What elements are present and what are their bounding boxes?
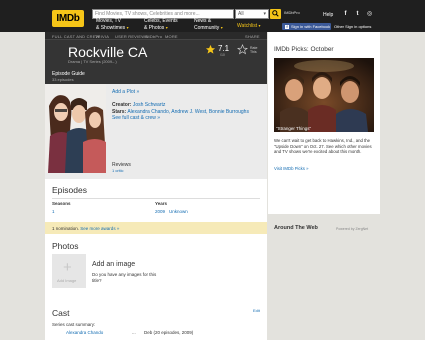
imdbpro-label: IMDbPro [284,10,300,15]
subnav-user-reviews[interactable]: USER REVIEWS [115,34,148,39]
nav-movies-tv[interactable]: Movies, TV & Showtimes ▾ [96,18,129,31]
nav-celebs-line2: & Photos [144,24,165,31]
caret-down-icon: ▾ [165,24,168,30]
visit-picks-link[interactable]: Visit IMDb Picks » [274,166,309,171]
imdb-picks-widget: IMDb Picks: October "Stranger Things" We… [268,32,380,214]
nav-movies-line2: & Showtimes [96,24,126,31]
rate-this-star-icon[interactable] [237,44,248,55]
full-cast-link-line: See full cast & crew » [112,115,160,121]
episode-count: 33 episodes [52,77,74,82]
plus-icon: + [63,259,72,276]
other-signin-link[interactable]: Other Sign in options [334,24,371,29]
rating-star-icon [205,44,216,54]
picks-description: We can't wait to get back to Hawkins, In… [274,138,372,154]
photos-heading: Photos [52,241,79,251]
awards-text: 1 nomination. See more awards » [52,226,119,231]
subnav-trivia[interactable]: TRIVIA [95,34,109,39]
title-subnav: FULL CAST AND CREW TRIVIA USER REVIEWS I… [45,32,267,40]
cast-ellipsis: ... [132,330,136,335]
rating-scale: /10 [220,53,225,57]
episodes-heading: Episodes [52,185,87,195]
nav-news-line2: Community [194,24,220,31]
caret-down-icon: ▾ [126,24,129,30]
season-1-link[interactable]: 1 [52,209,55,214]
nav-news[interactable]: News & Community ▾ [194,18,223,31]
subnav-imdbpro[interactable]: IMDbPro [145,34,162,39]
facebook-logo-icon: f [285,24,289,29]
creator-link[interactable]: Josh Schwartz [133,102,166,108]
picks-image[interactable] [274,58,374,132]
watchlist-label: Watchlist [237,23,258,29]
imdb-logo[interactable]: IMDb [52,10,84,27]
add-image-question: Do you have any images for this title? [92,272,157,283]
imdbpro-link[interactable]: IMDbPro [284,10,300,15]
instagram-icon[interactable]: ◎ [366,11,373,18]
critic-reviews-link[interactable]: 1 critic [112,168,124,173]
title-header: FULL CAST AND CREW TRIVIA USER REVIEWS I… [45,32,267,84]
facebook-icon[interactable]: f [342,11,349,18]
chevron-down-icon: ▾ [263,11,266,17]
search-category-label: All [238,11,244,17]
caret-down-icon: ▾ [220,24,223,30]
cast-role: Deb (20 episodes, 2009) [144,330,194,335]
full-cast-link[interactable]: See full cast & crew » [112,115,160,121]
subnav-more[interactable]: MORE [165,34,178,39]
year-unknown-link[interactable]: Unknown [169,209,188,214]
rate-this-label[interactable]: Rate This [250,46,257,54]
title-overview: Add a Plot » Creator: Josh Schwartz Star… [45,84,267,179]
search-icon [272,10,279,17]
creator-line: Creator: Josh Schwartz [112,102,165,108]
top-navbar: IMDb Find Movies, TV shows, Celebrities … [0,0,425,32]
awards-count: 1 nomination. [52,226,80,231]
poster-art [45,84,106,173]
awards-bar: 1 nomination. See more awards » [45,222,267,234]
subnav-share[interactable]: SHARE [245,34,260,39]
cast-heading: Cast [52,308,70,318]
cast-summary-label: Series cast summary: [52,322,96,327]
help-link[interactable]: Help [323,12,333,18]
caret-down-icon: ▾ [258,23,261,28]
rate-label-2: This [250,50,257,54]
picks-caption: "Stranger Things" [276,126,312,131]
add-image-title: Add an image [92,261,136,268]
twitter-icon[interactable]: t [354,11,361,18]
seasons-label: Seasons [52,201,71,206]
picks-heading: IMDb Picks: October [274,46,334,53]
poster-image[interactable] [45,84,106,173]
search-category-select[interactable]: All ▾ [235,9,269,19]
subnav-full-cast[interactable]: FULL CAST AND CREW [52,34,100,39]
rating-value: 7.1 [218,44,230,53]
powered-by-label: Powered by ZergNet [336,227,369,231]
right-sidebar: IMDb Picks: October "Stranger Things" We… [268,32,380,340]
see-more-awards-link[interactable]: See more awards » [80,226,119,231]
around-the-web-heading: Around The Web [274,225,318,231]
year-2009-link[interactable]: 2009 [155,209,165,214]
creator-label: Creator: [112,102,132,108]
divider [52,198,260,199]
add-image-button[interactable]: + Add Image [52,254,86,288]
nav-celebs[interactable]: Celebs, Events & Photos ▾ [144,18,178,31]
main-content: FULL CAST AND CREW TRIVIA USER REVIEWS I… [45,32,267,340]
watchlist-button[interactable]: Watchlist ▾ [237,23,261,29]
picks-image-art [274,58,374,132]
facebook-signin-button[interactable]: f Sign in with Facebook [282,23,331,30]
title-meta: Drama | TV Series (2009– ) [68,59,117,64]
page-title: Rockville CA [68,44,148,60]
facebook-signin-label: Sign in with Facebook [291,24,331,29]
search-button[interactable] [270,9,281,19]
table-row: Alexandra Chando ... Deb (20 episodes, 2… [52,329,260,337]
cast-name-link[interactable]: Alexandra Chando [66,330,103,335]
edit-cast-link[interactable]: Edit [253,308,260,313]
add-plot-link[interactable]: Add a Plot » [112,89,139,95]
add-image-label: Add Image [57,278,77,283]
years-label: Years [155,201,168,206]
